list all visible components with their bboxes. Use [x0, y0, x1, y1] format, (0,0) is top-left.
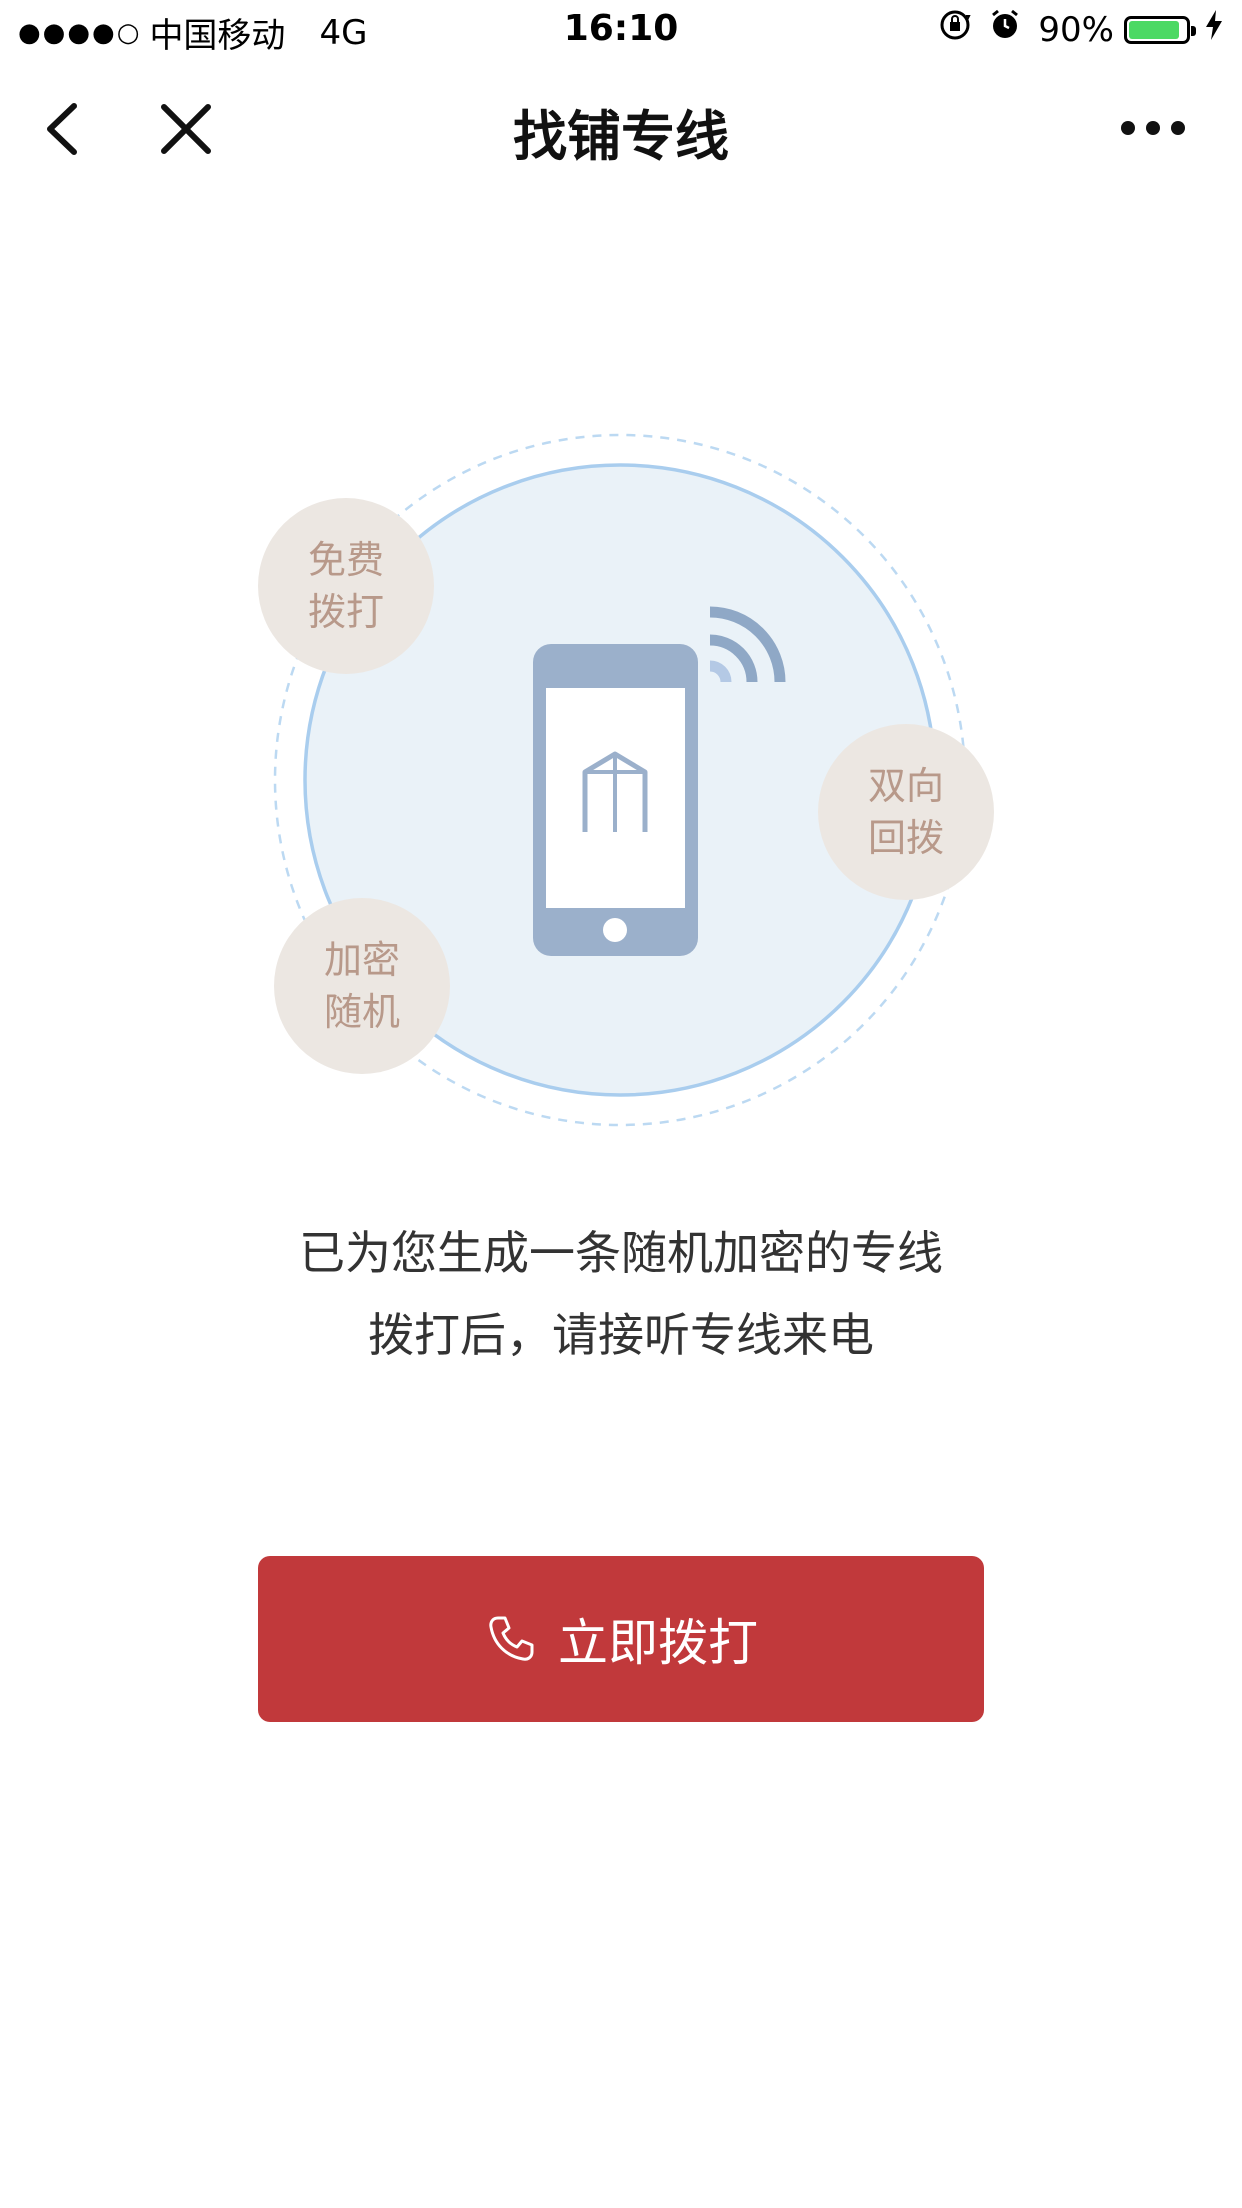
badge-secure-line2: 随机 — [323, 990, 400, 1034]
alarm-icon — [988, 8, 1022, 51]
feature-badge-secure-text: 加密 随机 — [324, 934, 400, 1038]
page-title: 找铺专线 — [513, 105, 729, 168]
phone-icon — [489, 1616, 534, 1661]
orientation-lock-icon — [938, 8, 972, 51]
more-options-button[interactable] — [1118, 108, 1188, 148]
badge-free-line1: 免费 — [307, 538, 384, 582]
feature-badge-free-call: 免费 拨打 — [258, 498, 434, 674]
feature-illustration: 免费 拨打 双向 回拨 加密 随机 — [240, 420, 1000, 1140]
description-line-2: 拨打后，请接听专线来电 — [368, 1308, 874, 1362]
battery-percent: 90% — [1038, 9, 1114, 50]
battery-icon — [1124, 15, 1196, 44]
smartphone-icon — [533, 644, 698, 956]
status-right: 90% — [938, 8, 1224, 51]
description-line-1: 已为您生成一条随机加密的专线 — [299, 1226, 943, 1280]
feature-badge-secure: 加密 随机 — [274, 898, 450, 1074]
status-bar: ●●●●○ 中国移动 4G 16:10 90% — [0, 0, 1242, 60]
badge-secure-line1: 加密 — [323, 938, 400, 982]
call-now-button[interactable]: 立即拨打 — [258, 1556, 984, 1722]
nav-bar: 找铺专线 — [0, 64, 1242, 194]
call-now-label: 立即拨打 — [558, 1614, 758, 1672]
feature-badge-callback: 双向 回拨 — [818, 724, 994, 900]
charging-bolt-icon — [1204, 9, 1224, 50]
badge-callback-line1: 双向 — [867, 764, 944, 808]
description-text: 已为您生成一条随机加密的专线 拨打后，请接听专线来电 — [0, 1212, 1242, 1376]
battery-level-fill — [1129, 20, 1179, 39]
badge-callback-line2: 回拨 — [867, 816, 944, 860]
feature-badge-free-call-text: 免费 拨打 — [308, 534, 384, 638]
feature-badge-callback-text: 双向 回拨 — [868, 760, 944, 864]
badge-free-line2: 拨打 — [307, 590, 384, 634]
more-dots-icon — [1121, 121, 1185, 135]
